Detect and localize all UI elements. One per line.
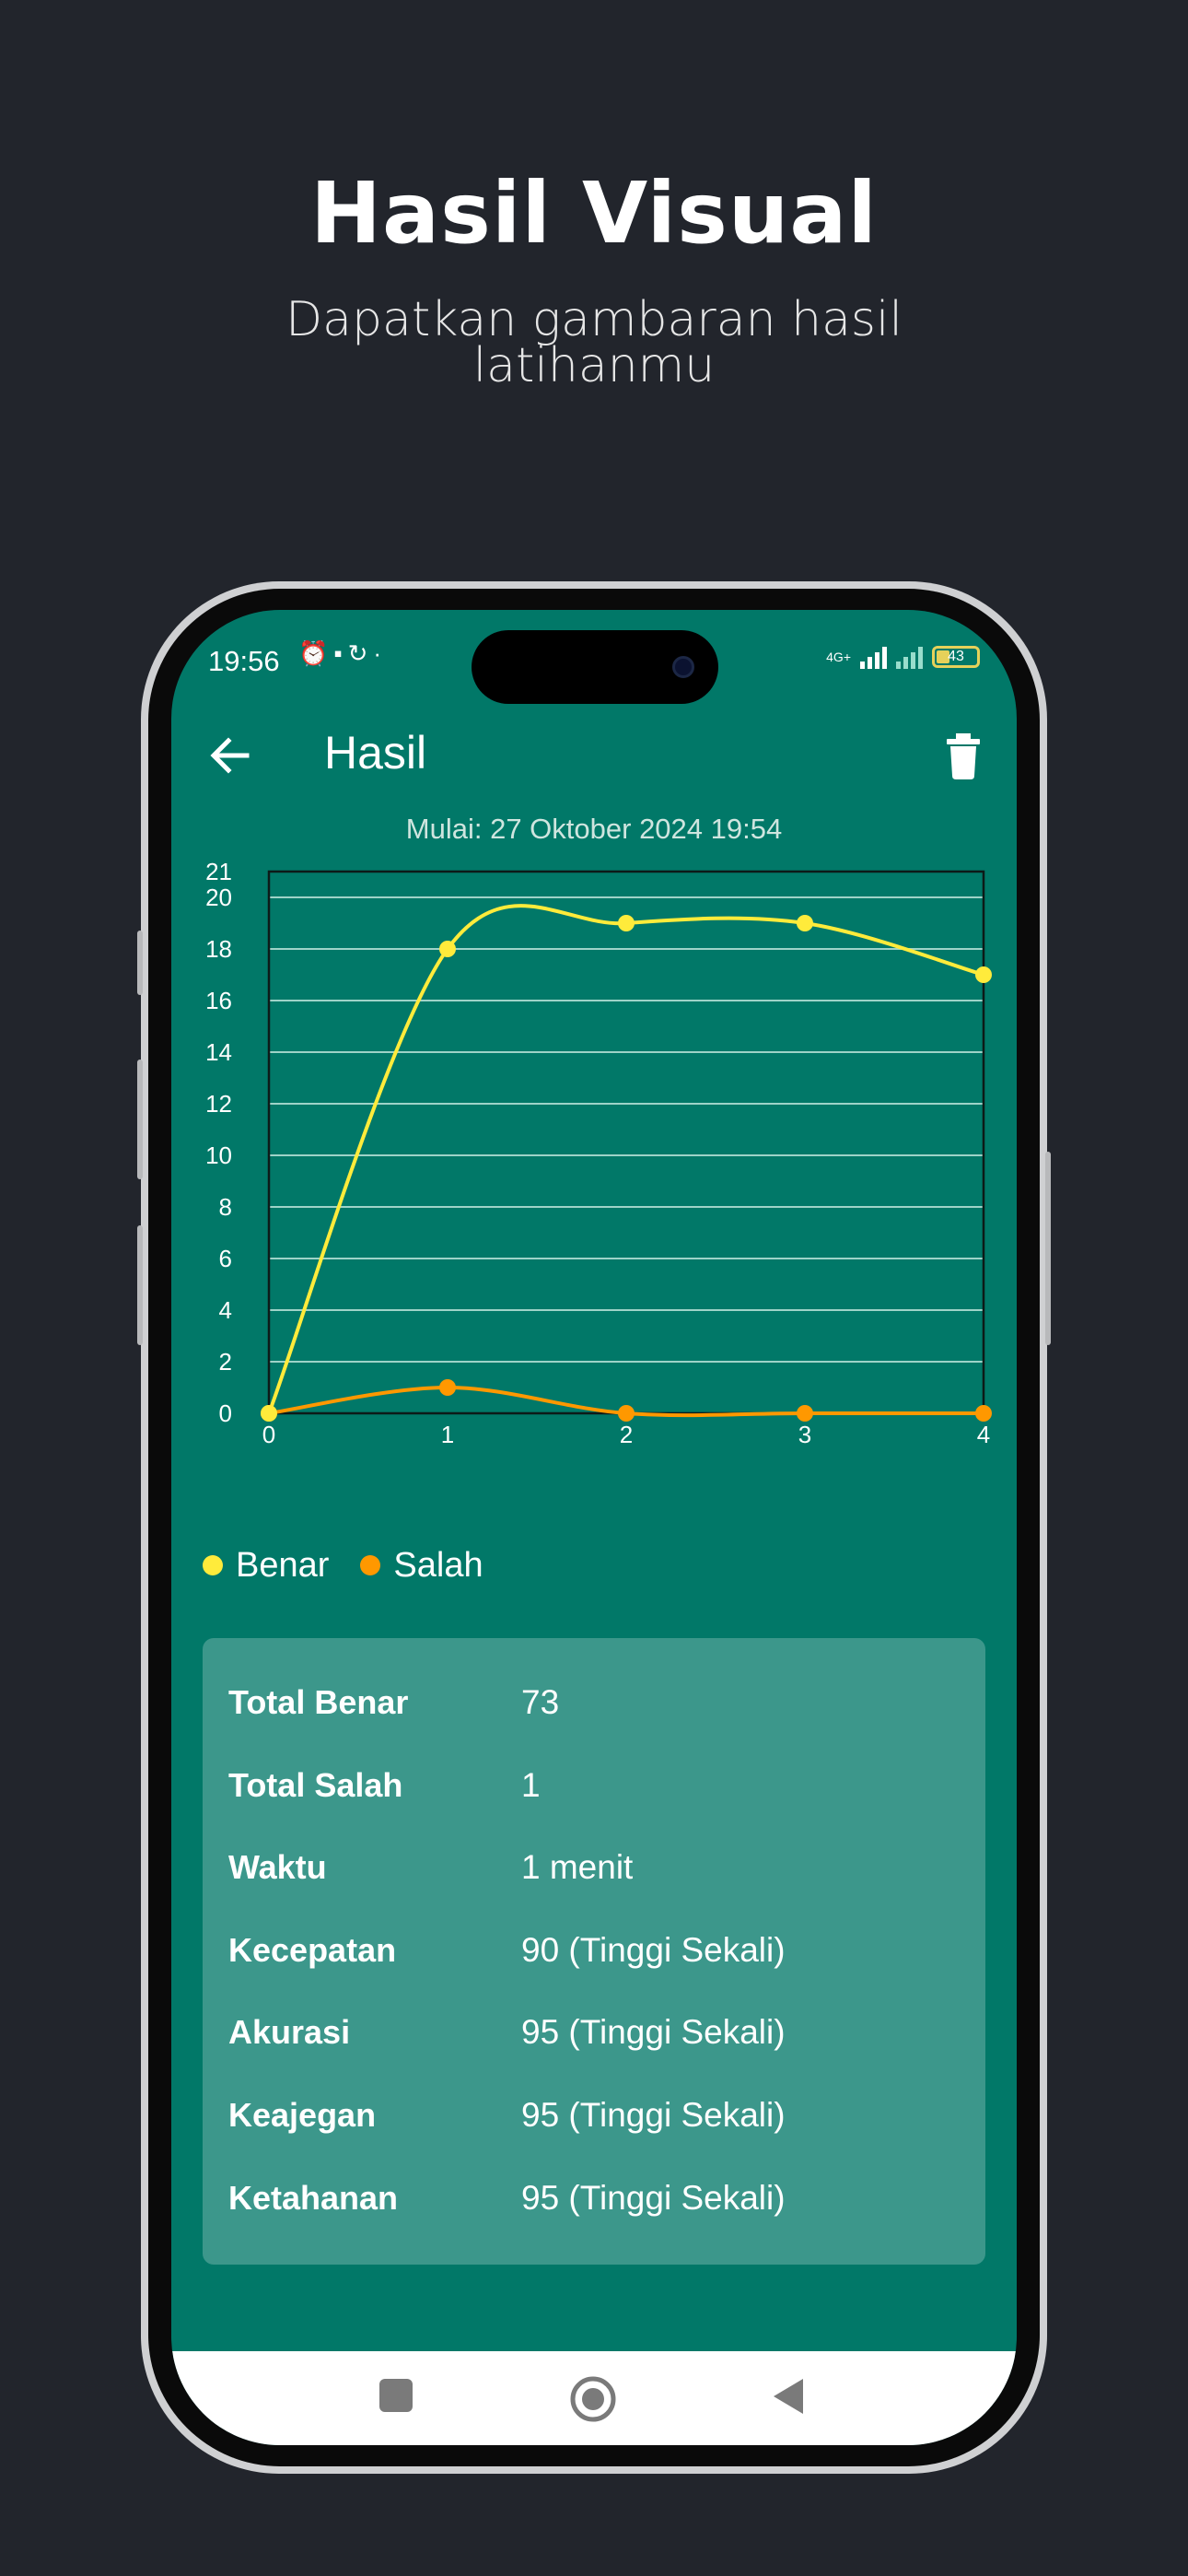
x-tick-label: 0 — [262, 1421, 275, 1448]
x-tick-label: 2 — [620, 1421, 633, 1448]
page-title: Hasil — [324, 727, 427, 779]
stat-label: Keajegan — [228, 2096, 377, 2134]
recents-square-icon — [379, 2379, 413, 2412]
status-left-icons: ⏰▪↻· — [298, 639, 387, 668]
system-nav-bar — [171, 2351, 1017, 2445]
app-screen: 19:56 ⏰▪↻· 4G+ 43 Hasil Mulai: 27 Oktobe… — [171, 610, 1017, 2445]
stat-row-speed: Kecepatan 90 (Tinggi Sekali) — [228, 1923, 786, 1978]
y-tick-label: 18 — [205, 935, 232, 963]
stat-label: Total Salah — [228, 1766, 403, 1804]
arrow-left-icon — [210, 737, 250, 774]
x-tick-label: 4 — [977, 1421, 990, 1448]
stat-value: 1 menit — [521, 1848, 634, 1886]
y-tick-label: 6 — [219, 1245, 232, 1272]
data-point-benar — [975, 966, 992, 983]
legend-dot-wrong — [360, 1555, 381, 1575]
y-tick-label: 12 — [205, 1090, 232, 1118]
series-line-benar — [267, 904, 984, 1414]
stat-row-total-correct: Total Benar 73 — [228, 1675, 559, 1730]
y-tick-label: 10 — [205, 1142, 232, 1169]
stat-row-endurance: Ketahanan 95 (Tinggi Sekali) — [228, 2171, 786, 2226]
results-line-chart: 02468101214161820210 1 2 3 4 — [205, 861, 992, 1448]
data-point-salah — [618, 1405, 635, 1422]
y-tick-label: 8 — [219, 1193, 232, 1221]
delete-button[interactable] — [938, 728, 989, 783]
alarm-icon: ⏰ — [298, 639, 334, 667]
stat-value: 95 (Tinggi Sekali) — [521, 2179, 786, 2217]
back-nav-button[interactable] — [770, 2377, 807, 2420]
home-circle-icon — [570, 2376, 616, 2422]
data-point-salah — [797, 1405, 813, 1422]
home-button[interactable] — [567, 2373, 619, 2430]
y-tick-label: 21 — [205, 861, 232, 885]
x-tick-label: 1 — [441, 1421, 454, 1448]
session-start-time: Mulai: 27 Oktober 2024 19:54 — [405, 813, 783, 845]
battery-level: 43 — [948, 649, 964, 664]
y-tick-label: 4 — [219, 1296, 232, 1324]
stat-label: Akurasi — [228, 2013, 351, 2051]
status-time: 19:56 — [208, 645, 280, 677]
legend-dot-correct — [203, 1555, 223, 1575]
x-tick-label: 3 — [798, 1421, 811, 1448]
plot-border — [267, 870, 985, 1415]
legend-item-wrong: Salah — [360, 1546, 483, 1586]
back-button[interactable] — [203, 728, 258, 783]
app-bar: Hasil — [171, 702, 1017, 813]
stat-value: 95 (Tinggi Sekali) — [521, 2096, 786, 2134]
stat-label: Waktu — [228, 1848, 327, 1886]
y-tick-label: 20 — [205, 884, 232, 911]
legend-label-correct: Benar — [236, 1545, 330, 1585]
promo-subtitle: Dapatkan gambaran hasil latihanmu — [285, 292, 903, 393]
data-point-benar — [797, 915, 813, 931]
stat-row-consistency: Keajegan 95 (Tinggi Sekali) — [228, 2088, 786, 2143]
stat-value: 90 (Tinggi Sekali) — [521, 1931, 786, 1969]
legend-label-wrong: Salah — [393, 1545, 483, 1585]
sync-icon: ↻ — [347, 639, 374, 667]
stat-row-total-wrong: Total Salah 1 — [228, 1758, 541, 1813]
data-point-salah — [439, 1379, 456, 1396]
phone-power-button — [1045, 1152, 1051, 1345]
stat-label: Ketahanan — [228, 2179, 399, 2217]
promo-title: Hasil Visual — [310, 164, 878, 263]
chart-legend: Benar Salah — [203, 1542, 515, 1588]
data-point-benar — [261, 1405, 277, 1422]
signal-secondary-icon — [896, 645, 923, 669]
dot-icon: · — [373, 639, 388, 667]
stat-row-time: Waktu 1 menit — [228, 1840, 633, 1895]
legend-item-correct: Benar — [203, 1546, 329, 1586]
stat-label: Kecepatan — [228, 1931, 397, 1969]
stat-value: 73 — [521, 1683, 560, 1721]
stat-value: 1 — [521, 1766, 541, 1804]
y-tick-label: 2 — [219, 1348, 232, 1376]
status-right-icons: 4G+ 43 — [826, 641, 980, 673]
notification-icon: ▪ — [333, 639, 348, 667]
back-triangle-icon — [774, 2379, 803, 2414]
network-type-label: 4G+ — [826, 650, 851, 664]
signal-icon — [860, 645, 887, 669]
data-point-salah — [975, 1405, 992, 1422]
stats-card: Total Benar 73 Total Salah 1 Waktu 1 men… — [203, 1638, 985, 2265]
phone-volume-up-button — [137, 1060, 143, 1179]
data-point-benar — [618, 915, 635, 931]
stat-label: Total Benar — [228, 1683, 409, 1721]
phone-action-button — [137, 931, 143, 995]
trash-icon — [947, 733, 980, 779]
y-tick-label: 14 — [205, 1038, 232, 1066]
status-bar: 19:56 ⏰▪↻· 4G+ 43 — [171, 628, 1017, 684]
recents-button[interactable] — [378, 2377, 414, 2418]
stat-row-accuracy: Akurasi 95 (Tinggi Sekali) — [228, 2005, 786, 2060]
phone-volume-down-button — [137, 1225, 143, 1345]
data-point-benar — [439, 941, 456, 957]
y-tick-label: 16 — [205, 987, 232, 1014]
battery-icon: 43 — [932, 646, 980, 668]
y-tick-label: 0 — [219, 1399, 232, 1427]
stat-value: 95 (Tinggi Sekali) — [521, 2013, 786, 2051]
